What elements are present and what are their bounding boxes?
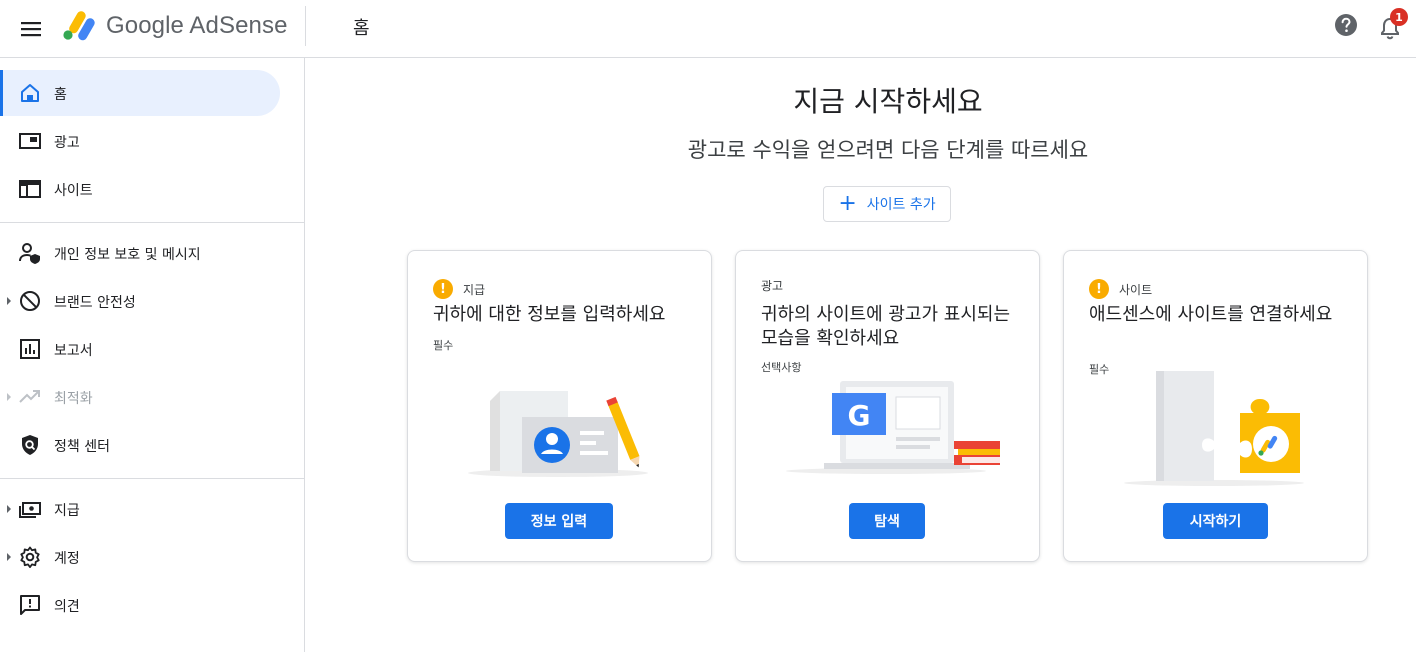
explore-button[interactable]: 탐색 bbox=[849, 503, 925, 539]
adsense-logo-icon bbox=[63, 11, 95, 41]
sidebar-item-optimization[interactable]: 최적화 bbox=[0, 374, 280, 420]
payments-icon bbox=[19, 502, 41, 518]
sidebar-item-label: 홈 bbox=[54, 87, 67, 103]
sidebar-item-brand-safety[interactable]: 브랜드 안전성 bbox=[0, 278, 280, 324]
headline: 지금 시작하세요 bbox=[793, 85, 983, 118]
warning-icon: ! bbox=[433, 279, 453, 299]
top-divider bbox=[305, 6, 306, 46]
logo-text: Google AdSense bbox=[106, 12, 288, 39]
card-title: 귀하에 대한 정보를 입력하세요 bbox=[433, 304, 666, 325]
sidebar-item-label: 계정 bbox=[54, 551, 80, 567]
sidebar-item-policy-center[interactable]: 정책 센터 bbox=[0, 422, 280, 468]
adsense-logo[interactable]: Google AdSense bbox=[62, 10, 288, 42]
sidebar-item-feedback[interactable]: 의견 bbox=[0, 582, 280, 628]
card-title: 귀하의 사이트에 광고가 표시되는 모습을 확인하세요 bbox=[761, 304, 1011, 349]
card-status: 필수 bbox=[433, 339, 454, 352]
sidebar-item-reports[interactable]: 보고서 bbox=[0, 326, 280, 372]
trending-icon bbox=[19, 390, 40, 403]
home-icon bbox=[21, 84, 39, 102]
add-site-label: 사이트 추가 bbox=[866, 197, 936, 213]
privacy-icon bbox=[19, 243, 40, 264]
hamburger-icon bbox=[21, 22, 41, 37]
notifications-button[interactable]: 1 bbox=[1376, 8, 1408, 42]
help-icon bbox=[1335, 14, 1357, 36]
sidebar-item-label: 의견 bbox=[54, 599, 80, 615]
sidebar: 홈 광고 사이트 개인 정보 보호 및 메시지 브랜드 안전성 보고서 최적화 … bbox=[0, 58, 305, 652]
notification-badge: 1 bbox=[1390, 8, 1408, 26]
sidebar-item-label: 개인 정보 보호 및 메시지 bbox=[54, 247, 201, 263]
step-card-connect-site: ! 사이트 애드센스에 사이트를 연결하세요 필수 시작하기 bbox=[1063, 250, 1368, 562]
sidebar-item-label: 사이트 bbox=[54, 183, 93, 199]
feedback-icon bbox=[20, 595, 40, 615]
step-card-payment-info: ! 지급 귀하에 대한 정보를 입력하세요 필수 정보 입력 bbox=[407, 250, 712, 562]
main-content: 지금 시작하세요 광고로 수익을 얻으려면 다음 단계를 따르세요 + 사이트 … bbox=[305, 58, 1416, 652]
sidebar-divider bbox=[0, 478, 305, 479]
sidebar-item-label: 광고 bbox=[54, 135, 80, 151]
get-started-button[interactable]: 시작하기 bbox=[1163, 503, 1268, 539]
step-card-ads-preview: 광고 귀하의 사이트에 광고가 표시되는 모습을 확인하세요 선택사항 G 탐색 bbox=[735, 250, 1040, 562]
card-category-label: 지급 bbox=[463, 282, 486, 297]
sidebar-divider bbox=[0, 222, 305, 223]
sidebar-item-privacy[interactable]: 개인 정보 보호 및 메시지 bbox=[0, 230, 280, 276]
sidebar-item-ads[interactable]: 광고 bbox=[0, 118, 280, 164]
ads-icon bbox=[19, 133, 41, 149]
warning-icon: ! bbox=[1089, 279, 1109, 299]
card-category-label: 광고 bbox=[761, 279, 784, 293]
sidebar-item-label: 보고서 bbox=[54, 343, 93, 359]
sidebar-item-sites[interactable]: 사이트 bbox=[0, 166, 280, 212]
card-category: 광고 bbox=[761, 277, 783, 294]
expand-caret-icon[interactable] bbox=[7, 553, 11, 561]
sidebar-item-account[interactable]: 계정 bbox=[0, 534, 280, 580]
card-category: ! 지급 bbox=[433, 279, 485, 299]
help-button[interactable] bbox=[1333, 12, 1359, 38]
website-ads-illustration: G bbox=[786, 381, 1000, 474]
svg-text:G: G bbox=[848, 399, 871, 432]
sidebar-item-home[interactable]: 홈 bbox=[0, 70, 280, 116]
sites-icon bbox=[19, 180, 41, 198]
sidebar-item-payments[interactable]: 지급 bbox=[0, 486, 280, 532]
expand-caret-icon[interactable] bbox=[7, 393, 11, 401]
menu-button[interactable] bbox=[14, 12, 48, 46]
sidebar-item-label: 지급 bbox=[54, 503, 80, 519]
sidebar-item-label: 브랜드 안전성 bbox=[54, 295, 136, 311]
page-title: 홈 bbox=[353, 18, 370, 39]
sidebar-item-label: 정책 센터 bbox=[54, 439, 110, 455]
card-title: 애드센스에 사이트를 연결하세요 bbox=[1089, 304, 1333, 325]
subheadline: 광고로 수익을 얻으려면 다음 단계를 따르세요 bbox=[687, 138, 1089, 162]
reports-icon bbox=[20, 339, 40, 359]
expand-caret-icon[interactable] bbox=[7, 505, 11, 513]
plus-icon: + bbox=[838, 191, 857, 216]
block-icon bbox=[20, 291, 40, 311]
enter-info-button[interactable]: 정보 입력 bbox=[505, 503, 613, 539]
puzzle-connect-illustration bbox=[1124, 371, 1304, 486]
profile-card-illustration bbox=[468, 391, 648, 477]
top-app-bar: Google AdSense 홈 1 bbox=[0, 0, 1416, 58]
policy-icon bbox=[22, 435, 38, 455]
card-category-label: 사이트 bbox=[1119, 282, 1153, 297]
card-category: ! 사이트 bbox=[1089, 279, 1152, 299]
sidebar-item-label: 최적화 bbox=[54, 391, 93, 407]
gear-icon bbox=[20, 546, 40, 568]
add-site-button[interactable]: + 사이트 추가 bbox=[823, 186, 951, 222]
expand-caret-icon[interactable] bbox=[7, 297, 11, 305]
